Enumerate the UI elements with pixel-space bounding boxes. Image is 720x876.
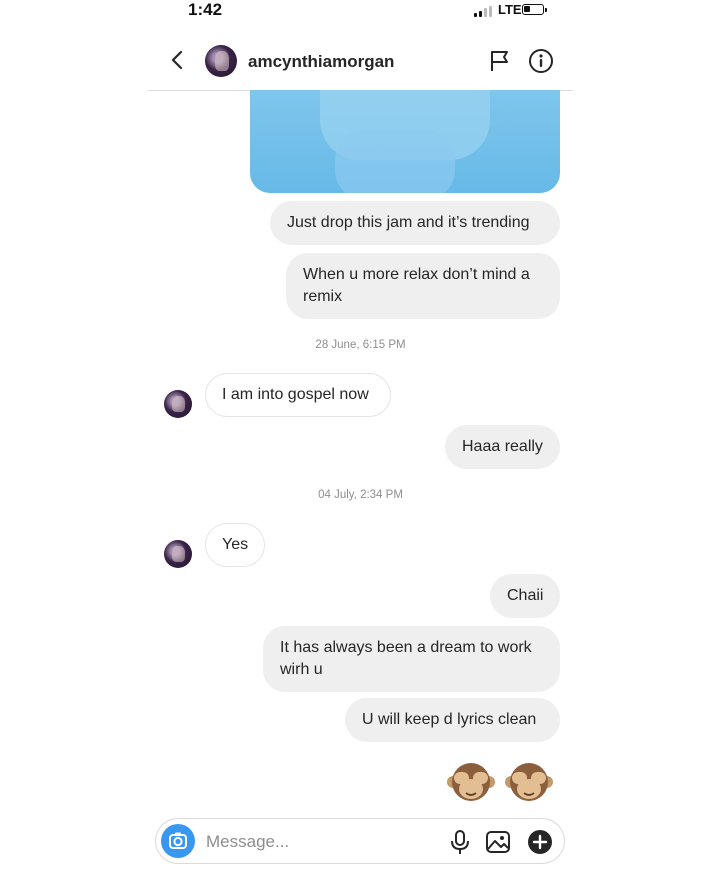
message-bubble-outgoing[interactable]: Chaii bbox=[490, 574, 560, 618]
message-composer bbox=[155, 818, 565, 864]
plus-icon[interactable] bbox=[527, 829, 553, 855]
message-timestamp: 04 July, 2:34 PM bbox=[318, 489, 403, 501]
camera-button[interactable] bbox=[161, 824, 195, 858]
network-label: LTE bbox=[498, 2, 522, 17]
message-bubble-outgoing[interactable]: Haaa really bbox=[445, 425, 560, 469]
message-timestamp: 28 June, 6:15 PM bbox=[315, 339, 406, 351]
status-time: 1:42 bbox=[188, 0, 223, 19]
battery-icon bbox=[522, 4, 547, 15]
info-icon[interactable] bbox=[528, 48, 554, 74]
message-bubble-incoming[interactable]: I am into gospel now bbox=[205, 373, 391, 417]
chat-header: amcynthiamorgan bbox=[148, 30, 573, 91]
message-input[interactable] bbox=[204, 829, 438, 855]
message-bubble-outgoing[interactable]: It has always been a dream to work wirh … bbox=[263, 626, 560, 692]
emoji-message[interactable]: 🙈🙈 bbox=[446, 758, 558, 810]
header-avatar[interactable] bbox=[205, 45, 237, 77]
sender-avatar[interactable] bbox=[164, 390, 192, 418]
message-bubble-outgoing[interactable]: Just drop this jam and it’s trending bbox=[270, 201, 560, 245]
sender-avatar[interactable] bbox=[164, 540, 192, 568]
message-bubble-incoming[interactable]: Yes bbox=[205, 523, 265, 567]
gallery-icon[interactable] bbox=[485, 829, 511, 855]
shared-image-message[interactable] bbox=[250, 90, 560, 193]
camera-icon bbox=[169, 832, 187, 849]
microphone-icon[interactable] bbox=[449, 829, 471, 855]
flag-icon[interactable] bbox=[488, 49, 512, 73]
chat-username[interactable]: amcynthiamorgan bbox=[248, 52, 394, 72]
message-bubble-outgoing[interactable]: When u more relax don’t mind a remix bbox=[286, 253, 560, 319]
see-no-evil-monkey-icon bbox=[505, 763, 553, 801]
direct-message-screen: 1:42 LTE amcynthiamorgan Just drop this … bbox=[148, 0, 573, 876]
see-no-evil-monkey-icon bbox=[447, 763, 495, 801]
status-bar: 1:42 LTE bbox=[148, 0, 573, 22]
signal-icon bbox=[474, 6, 494, 17]
back-chevron-icon[interactable] bbox=[166, 46, 192, 74]
message-bubble-outgoing[interactable]: U will keep d lyrics clean bbox=[345, 698, 560, 742]
